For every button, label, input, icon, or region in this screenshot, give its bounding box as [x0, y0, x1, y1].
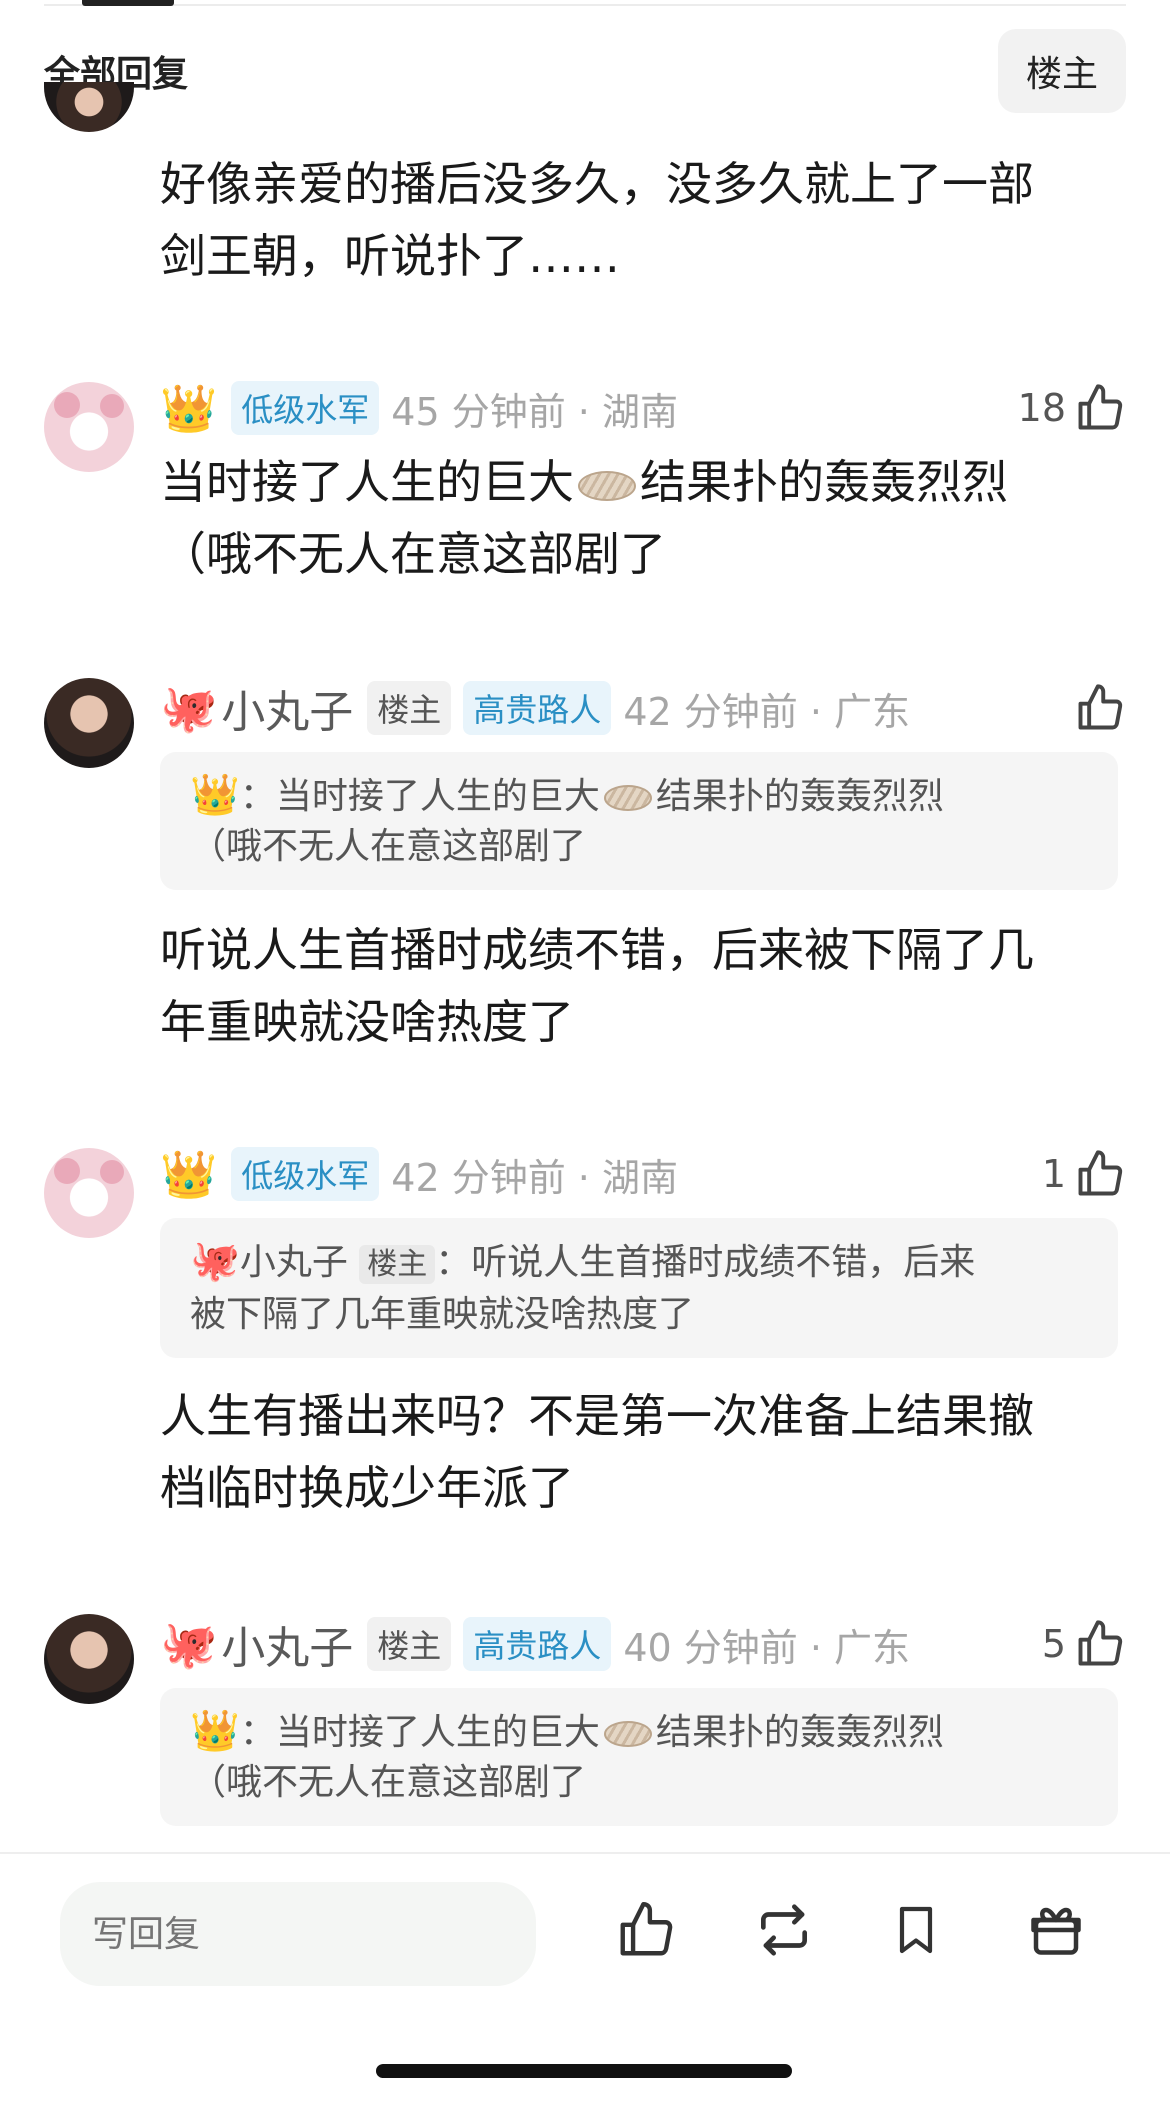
op-only-filter-button[interactable]: 楼主	[997, 29, 1126, 113]
comment-meta: 🐙 小丸子 楼主 高贵路人 42 分钟前 · 广东	[160, 678, 1126, 738]
dumpling-emoji-icon	[603, 1721, 652, 1747]
user-level-badge: 高贵路人	[463, 1617, 612, 1671]
comment-time: 42 分钟前 · 广东	[623, 689, 910, 734]
like-count: 1	[1041, 1152, 1066, 1196]
quote-username: 小丸子	[239, 1242, 348, 1283]
avatar[interactable]	[44, 1614, 134, 1704]
username[interactable]: 小丸子	[221, 1612, 353, 1676]
quote-line: 被下隔了几年重映就没啥热度了	[190, 1294, 695, 1335]
replies-header: 全部回复 楼主	[44, 28, 1126, 114]
thumbs-up-icon	[1078, 1620, 1123, 1666]
quote-segment: ：当时接了人生的巨大	[239, 1712, 600, 1753]
bookmark-icon[interactable]	[880, 1894, 952, 1966]
quote-line: 👑：当时接了人生的巨大 结果扑的轰轰烈烈	[190, 1706, 1088, 1758]
bottom-action-bar	[0, 1852, 1170, 2012]
avatar[interactable]	[44, 1148, 134, 1238]
comment-text: 听说人生首播时成绩不错，后来被下隔了几 年重映就没啥热度了	[160, 914, 1100, 1058]
comment-time: 40 分钟前 · 广东	[623, 1625, 910, 1670]
comment-line: 听说人生首播时成绩不错，后来被下隔了几	[160, 923, 1034, 977]
quote-line: （哦不无人在意这部剧了	[190, 826, 587, 867]
user-level-badge: 低级水军	[231, 1147, 380, 1201]
comment-line: 档临时换成少年派了	[160, 1461, 574, 1515]
comment-line: 剑王朝，听说扑了……	[160, 229, 620, 283]
crown-icon: 👑	[190, 1708, 240, 1754]
comment-text: 人生有播出来吗？不是第一次准备上结果撤 档临时换成少年派了	[160, 1380, 1100, 1524]
op-badge: 楼主	[359, 1245, 436, 1284]
quoted-comment[interactable]: 👑：当时接了人生的巨大 结果扑的轰轰烈烈 （哦不无人在意这部剧了	[160, 1688, 1118, 1826]
avatar[interactable]	[44, 382, 134, 472]
crown-icon: 👑	[160, 1147, 218, 1201]
thumbs-up-icon	[1078, 384, 1123, 430]
quoted-comment[interactable]: 🐙小丸子 楼主 ：听说人生首播时成绩不错，后来 被下隔了几年重映就没啥热度了	[160, 1218, 1118, 1358]
thumbs-up-icon[interactable]	[610, 1894, 682, 1966]
user-level-badge: 高贵路人	[463, 681, 612, 735]
like-button[interactable]: 1	[1042, 1148, 1126, 1200]
comment-meta: 🐙 小丸子 楼主 高贵路人 40 分钟前 · 广东 5	[160, 1614, 1126, 1674]
top-divider	[44, 4, 1126, 6]
dumpling-emoji-icon	[578, 470, 636, 501]
octopus-icon: 🐙	[160, 681, 218, 735]
comment-segment: 结果扑的轰轰烈烈	[640, 455, 1008, 509]
comment-meta: 👑 低级水军 42 分钟前 · 湖南 1	[160, 1144, 1126, 1204]
quote-line: 👑：当时接了人生的巨大 结果扑的轰轰烈烈	[190, 770, 1088, 822]
comment-line: 当时接了人生的巨大 结果扑的轰轰烈烈	[160, 446, 1100, 518]
repost-icon[interactable]	[748, 1894, 820, 1966]
dumpling-emoji-icon	[603, 785, 652, 811]
comment-time: 45 分钟前 · 湖南	[391, 389, 678, 434]
like-count: 5	[1041, 1622, 1066, 1666]
home-indicator	[376, 2064, 792, 2078]
quote-segment: 结果扑的轰轰烈烈	[655, 776, 944, 817]
op-badge: 楼主	[367, 1617, 452, 1671]
like-button[interactable]: 18	[1018, 382, 1126, 434]
quote-line: 🐙小丸子 楼主 ：听说人生首播时成绩不错，后来	[190, 1236, 1088, 1290]
octopus-icon: 🐙	[190, 1238, 240, 1284]
crown-icon: 👑	[190, 772, 240, 818]
comment-line: 好像亲爱的播后没多久，没多久就上了一部	[160, 157, 1034, 211]
reply-input[interactable]	[60, 1882, 536, 1986]
comment-text: 好像亲爱的播后没多久，没多久就上了一部 剑王朝，听说扑了……	[160, 148, 1100, 292]
like-button[interactable]: 5	[1042, 1618, 1126, 1670]
like-count: 18	[1017, 386, 1066, 430]
avatar[interactable]	[44, 82, 134, 132]
avatar[interactable]	[44, 678, 134, 768]
quote-segment: 结果扑的轰轰烈烈	[655, 1712, 944, 1753]
user-level-badge: 低级水军	[231, 381, 380, 435]
quote-segment: ：听说人生首播时成绩不错，后来	[435, 1242, 976, 1283]
username[interactable]: 小丸子	[221, 676, 353, 740]
comment-time: 42 分钟前 · 湖南	[391, 1155, 678, 1200]
quoted-comment[interactable]: 👑：当时接了人生的巨大 结果扑的轰轰烈烈 （哦不无人在意这部剧了	[160, 752, 1118, 890]
crown-icon: 👑	[160, 381, 218, 435]
comment-line: 人生有播出来吗？不是第一次准备上结果撤	[160, 1389, 1034, 1443]
quote-line: （哦不无人在意这部剧了	[190, 1762, 587, 1803]
comment-line: （哦不无人在意这部剧了	[160, 527, 666, 581]
thumbs-up-icon	[1078, 684, 1123, 730]
comment-text: 当时接了人生的巨大 结果扑的轰轰烈烈 （哦不无人在意这部剧了	[160, 446, 1100, 590]
op-badge: 楼主	[367, 681, 452, 735]
like-button[interactable]	[1066, 682, 1126, 734]
comment-segment: 当时接了人生的巨大	[160, 455, 574, 509]
tab-indicator	[82, 0, 174, 6]
gift-icon[interactable]	[1020, 1894, 1092, 1966]
quote-segment: ：当时接了人生的巨大	[239, 776, 600, 817]
thumbs-up-icon	[1078, 1150, 1123, 1196]
comment-meta: 👑 低级水军 45 分钟前 · 湖南 18	[160, 378, 1126, 438]
octopus-icon: 🐙	[160, 1617, 218, 1671]
comment-line: 年重映就没啥热度了	[160, 995, 574, 1049]
